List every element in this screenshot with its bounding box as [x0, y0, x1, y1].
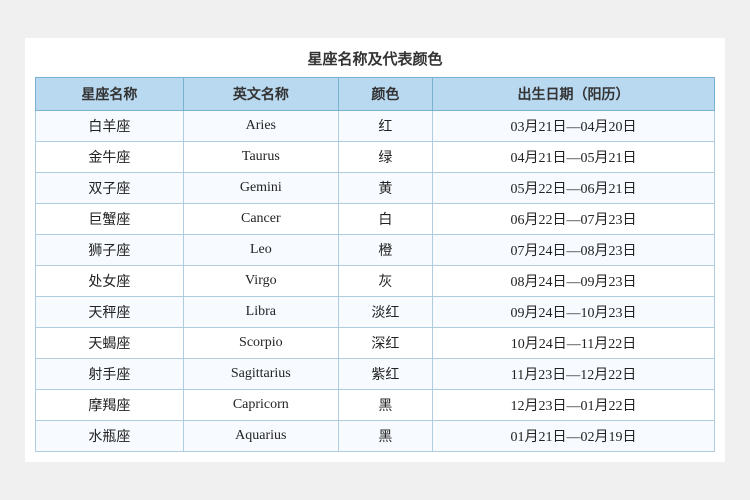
cell-5-0: 处女座 — [36, 266, 184, 297]
header-col-3: 出生日期（阳历） — [432, 78, 714, 111]
table-row: 白羊座Aries红03月21日—04月20日 — [36, 111, 715, 142]
header-col-0: 星座名称 — [36, 78, 184, 111]
cell-4-0: 狮子座 — [36, 235, 184, 266]
cell-6-2: 淡红 — [338, 297, 432, 328]
zodiac-table: 星座名称英文名称颜色出生日期（阳历） 白羊座Aries红03月21日—04月20… — [35, 77, 715, 452]
cell-1-1: Taurus — [183, 142, 338, 173]
table-row: 双子座Gemini黄05月22日—06月21日 — [36, 173, 715, 204]
cell-5-3: 08月24日—09月23日 — [432, 266, 714, 297]
cell-2-3: 05月22日—06月21日 — [432, 173, 714, 204]
cell-7-3: 10月24日—11月22日 — [432, 328, 714, 359]
cell-9-2: 黑 — [338, 390, 432, 421]
cell-5-2: 灰 — [338, 266, 432, 297]
cell-8-3: 11月23日—12月22日 — [432, 359, 714, 390]
table-row: 金牛座Taurus绿04月21日—05月21日 — [36, 142, 715, 173]
table-row: 处女座Virgo灰08月24日—09月23日 — [36, 266, 715, 297]
cell-4-2: 橙 — [338, 235, 432, 266]
main-container: 星座名称及代表颜色 星座名称英文名称颜色出生日期（阳历） 白羊座Aries红03… — [25, 38, 725, 462]
cell-0-3: 03月21日—04月20日 — [432, 111, 714, 142]
cell-4-3: 07月24日—08月23日 — [432, 235, 714, 266]
cell-6-1: Libra — [183, 297, 338, 328]
cell-5-1: Virgo — [183, 266, 338, 297]
cell-10-0: 水瓶座 — [36, 421, 184, 452]
cell-1-0: 金牛座 — [36, 142, 184, 173]
table-row: 巨蟹座Cancer白06月22日—07月23日 — [36, 204, 715, 235]
cell-8-0: 射手座 — [36, 359, 184, 390]
cell-0-2: 红 — [338, 111, 432, 142]
cell-3-1: Cancer — [183, 204, 338, 235]
cell-9-1: Capricorn — [183, 390, 338, 421]
cell-2-0: 双子座 — [36, 173, 184, 204]
table-row: 天蝎座Scorpio深红10月24日—11月22日 — [36, 328, 715, 359]
cell-2-2: 黄 — [338, 173, 432, 204]
table-row: 天秤座Libra淡红09月24日—10月23日 — [36, 297, 715, 328]
cell-3-3: 06月22日—07月23日 — [432, 204, 714, 235]
cell-0-1: Aries — [183, 111, 338, 142]
cell-7-1: Scorpio — [183, 328, 338, 359]
table-row: 摩羯座Capricorn黑12月23日—01月22日 — [36, 390, 715, 421]
cell-10-2: 黑 — [338, 421, 432, 452]
cell-7-0: 天蝎座 — [36, 328, 184, 359]
cell-3-2: 白 — [338, 204, 432, 235]
header-col-1: 英文名称 — [183, 78, 338, 111]
cell-1-3: 04月21日—05月21日 — [432, 142, 714, 173]
table-header-row: 星座名称英文名称颜色出生日期（阳历） — [36, 78, 715, 111]
cell-10-1: Aquarius — [183, 421, 338, 452]
table-row: 射手座Sagittarius紫红11月23日—12月22日 — [36, 359, 715, 390]
page-title: 星座名称及代表颜色 — [35, 48, 715, 69]
cell-8-2: 紫红 — [338, 359, 432, 390]
cell-3-0: 巨蟹座 — [36, 204, 184, 235]
header-col-2: 颜色 — [338, 78, 432, 111]
cell-6-0: 天秤座 — [36, 297, 184, 328]
cell-7-2: 深红 — [338, 328, 432, 359]
cell-0-0: 白羊座 — [36, 111, 184, 142]
table-row: 水瓶座Aquarius黑01月21日—02月19日 — [36, 421, 715, 452]
cell-8-1: Sagittarius — [183, 359, 338, 390]
cell-6-3: 09月24日—10月23日 — [432, 297, 714, 328]
cell-1-2: 绿 — [338, 142, 432, 173]
cell-9-0: 摩羯座 — [36, 390, 184, 421]
cell-9-3: 12月23日—01月22日 — [432, 390, 714, 421]
cell-2-1: Gemini — [183, 173, 338, 204]
table-row: 狮子座Leo橙07月24日—08月23日 — [36, 235, 715, 266]
cell-10-3: 01月21日—02月19日 — [432, 421, 714, 452]
cell-4-1: Leo — [183, 235, 338, 266]
